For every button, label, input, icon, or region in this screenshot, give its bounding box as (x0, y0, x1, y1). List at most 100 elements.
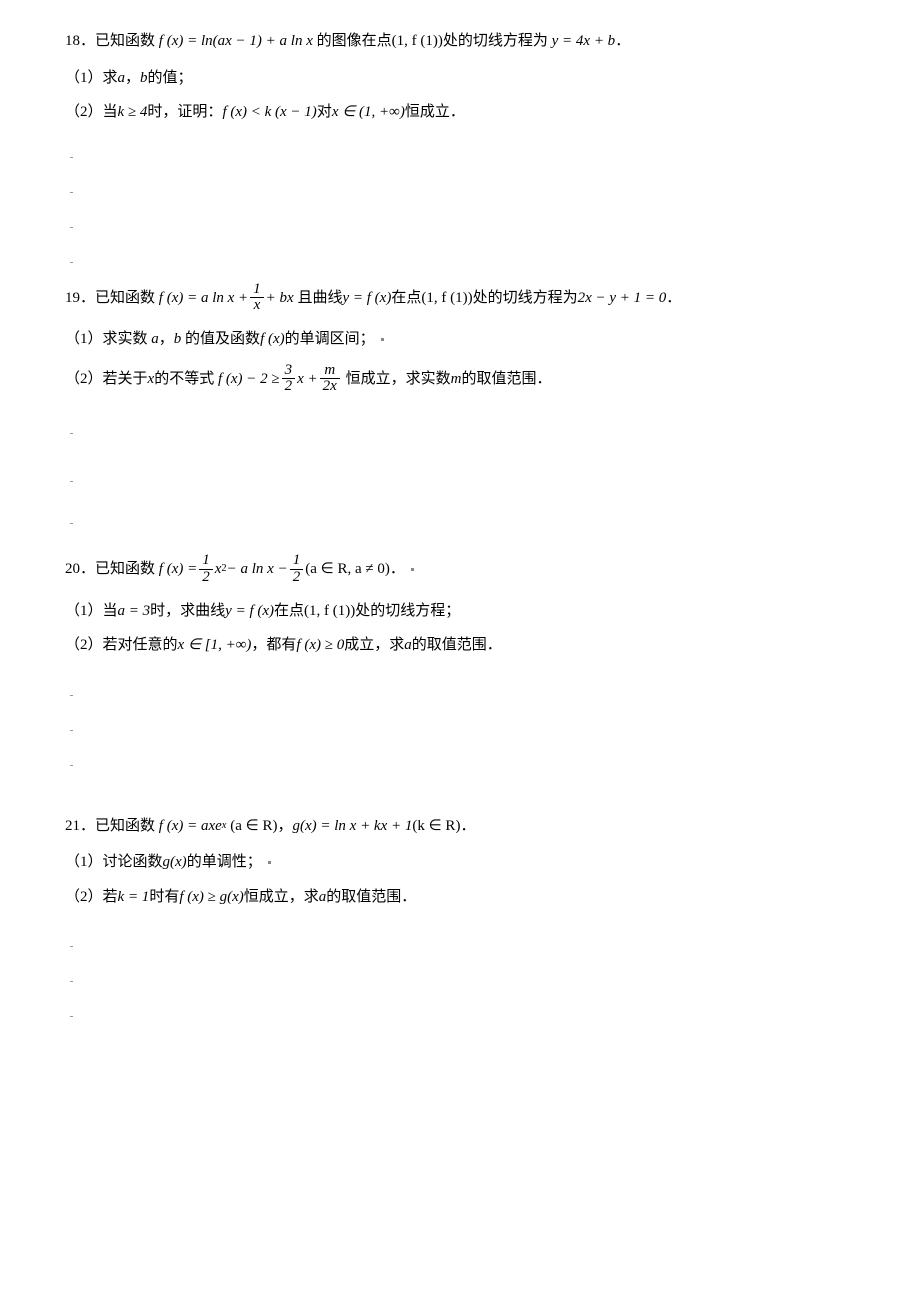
tangent-eq: 2x − y + 1 = 0 (578, 287, 667, 310)
text: 处的切线方程为 (473, 287, 578, 310)
period: ． (666, 287, 681, 310)
answer-space (65, 403, 855, 553)
problem-20: 20． 已知函数 f (x) = 1 2 x2 − a ln x − 1 2 (… (65, 553, 855, 657)
point: (1, f (1)) (421, 287, 472, 310)
problem-number: 18． (65, 30, 95, 53)
f-mid1: x (215, 558, 222, 581)
sub-label: （1） (65, 600, 103, 623)
problem-number: 19． (65, 287, 95, 310)
text: 恒成立，求实数 (346, 368, 451, 391)
text: 的取值范围． (412, 634, 502, 657)
problem-20-q2: （2） 若对任意的 x ∈ [1, +∞) ，都有 f (x) ≥ 0 成立，求… (65, 634, 855, 657)
problem-19-q2: （2） 若关于 x 的不等式 f (x) − 2 ≥ 3 2 x + m 2x … (65, 363, 855, 396)
text: 已知函数 (95, 558, 155, 581)
var-a: a (151, 328, 159, 351)
problem-21-intro: 21． 已知函数 f (x) = axex (a ∈ R) ， g(x) = l… (65, 815, 855, 838)
text: 已知函数 (95, 815, 155, 838)
text: 的取值范围． (326, 886, 416, 909)
point: (1, f (1)) (392, 30, 443, 53)
denominator: 2 (199, 569, 213, 586)
var-a: a (404, 634, 412, 657)
text: ，都有 (251, 634, 296, 657)
problem-20-q1: （1） 当 a = 3 时，求曲线 y = f (x) 在点 (1, f (1)… (65, 600, 855, 623)
fraction: 1 x (248, 282, 266, 315)
var-a: a (319, 886, 327, 909)
function-def: f (x) = ln(ax − 1) + a ln x (159, 30, 313, 53)
fraction: 3 2 (280, 363, 298, 396)
text: 当 (103, 600, 118, 623)
dot-icon (268, 861, 271, 864)
domain: x ∈ (1, +∞) (332, 101, 405, 124)
numerator: 1 (290, 553, 304, 569)
fraction: 1 2 (197, 553, 215, 586)
numerator: m (320, 363, 340, 379)
sub-label: （1） (65, 851, 103, 874)
exp-x: x (222, 818, 227, 834)
var-a: a (118, 67, 126, 90)
problem-20-intro: 20． 已知函数 f (x) = 1 2 x2 − a ln x − 1 2 (… (65, 553, 855, 586)
sub-label: （1） (65, 328, 103, 351)
text: 的取值范围． (461, 368, 551, 391)
g-cond: (k ∈ R) (412, 815, 460, 838)
cond: a = 3 (118, 600, 151, 623)
g-def: g(x) = ln x + kx + 1 (292, 815, 412, 838)
var-m: m (451, 368, 462, 391)
text: 的值及函数 (185, 328, 260, 351)
numerator: 1 (250, 282, 264, 298)
numerator: 3 (282, 363, 296, 379)
problem-21: 21． 已知函数 f (x) = axex (a ∈ R) ， g(x) = l… (65, 815, 855, 909)
fraction: m 2x (318, 363, 342, 396)
text: 时，证明： (147, 101, 222, 124)
cond: (a ∈ R, a ≠ 0) (305, 558, 390, 581)
inequality: f (x) < k (x − 1) (222, 101, 316, 124)
problem-18-q1: （1） 求 a ， b 的值； (65, 67, 855, 90)
function-def-r: + bx (266, 287, 294, 310)
text: 的值； (148, 67, 193, 90)
problem-19-q1: （1） 求实数 a ， b 的值及函数 f (x) 的单调区间； (65, 328, 855, 351)
comma: ， (125, 67, 140, 90)
comma: ， (159, 328, 174, 351)
text: 的单调区间； (285, 328, 375, 351)
text: 恒成立，求 (244, 886, 319, 909)
text: 的不等式 (154, 368, 214, 391)
text: 求实数 (103, 328, 148, 351)
numerator: 1 (199, 553, 213, 569)
problem-18: 18． 已知函数 f (x) = ln(ax − 1) + a ln x 的图像… (65, 30, 855, 124)
denominator: 2 (282, 378, 296, 395)
dot-icon (411, 568, 414, 571)
inequality: f (x) ≥ g(x) (179, 886, 243, 909)
f-mid2: − a ln x − (227, 558, 288, 581)
text: 的图像在点 (317, 30, 392, 53)
answer-space (65, 132, 855, 282)
problem-18-intro: 18． 已知函数 f (x) = ln(ax − 1) + a ln x 的图像… (65, 30, 855, 53)
f-l: f (x) = (159, 558, 197, 581)
sub-label: （2） (65, 634, 103, 657)
period: ． (615, 30, 630, 53)
sub-label: （1） (65, 67, 103, 90)
text: 若 (103, 886, 118, 909)
function-def-l: f (x) = a ln x + (159, 287, 248, 310)
problem-19-intro: 19． 已知函数 f (x) = a ln x + 1 x + bx 且曲线 y… (65, 282, 855, 315)
fx: f (x) (260, 328, 285, 351)
problem-number: 20． (65, 558, 95, 581)
inequality: f (x) ≥ 0 (296, 634, 344, 657)
document-page: 18． 已知函数 f (x) = ln(ax − 1) + a ln x 的图像… (0, 0, 920, 1302)
gx: g(x) (163, 851, 187, 874)
denominator: x (250, 297, 264, 314)
problem-number: 21． (65, 815, 95, 838)
text: 当 (103, 101, 118, 124)
sub-label: （2） (65, 368, 103, 391)
problem-18-q2: （2） 当 k ≥ 4 时，证明： f (x) < k (x − 1) 对 x … (65, 101, 855, 124)
text: 讨论函数 (103, 851, 163, 874)
comma: ， (277, 815, 292, 838)
text: 处的切线方程为 (443, 30, 548, 53)
problem-21-q1: （1） 讨论函数 g(x) 的单调性； (65, 851, 855, 874)
var-b: b (140, 67, 148, 90)
answer-space (65, 665, 855, 815)
cond: k ≥ 4 (118, 101, 148, 124)
answer-space (65, 916, 855, 1046)
text: 已知函数 (95, 30, 155, 53)
text: 求 (103, 67, 118, 90)
denominator: 2 (290, 569, 304, 586)
f-def: f (x) = axe (159, 815, 222, 838)
